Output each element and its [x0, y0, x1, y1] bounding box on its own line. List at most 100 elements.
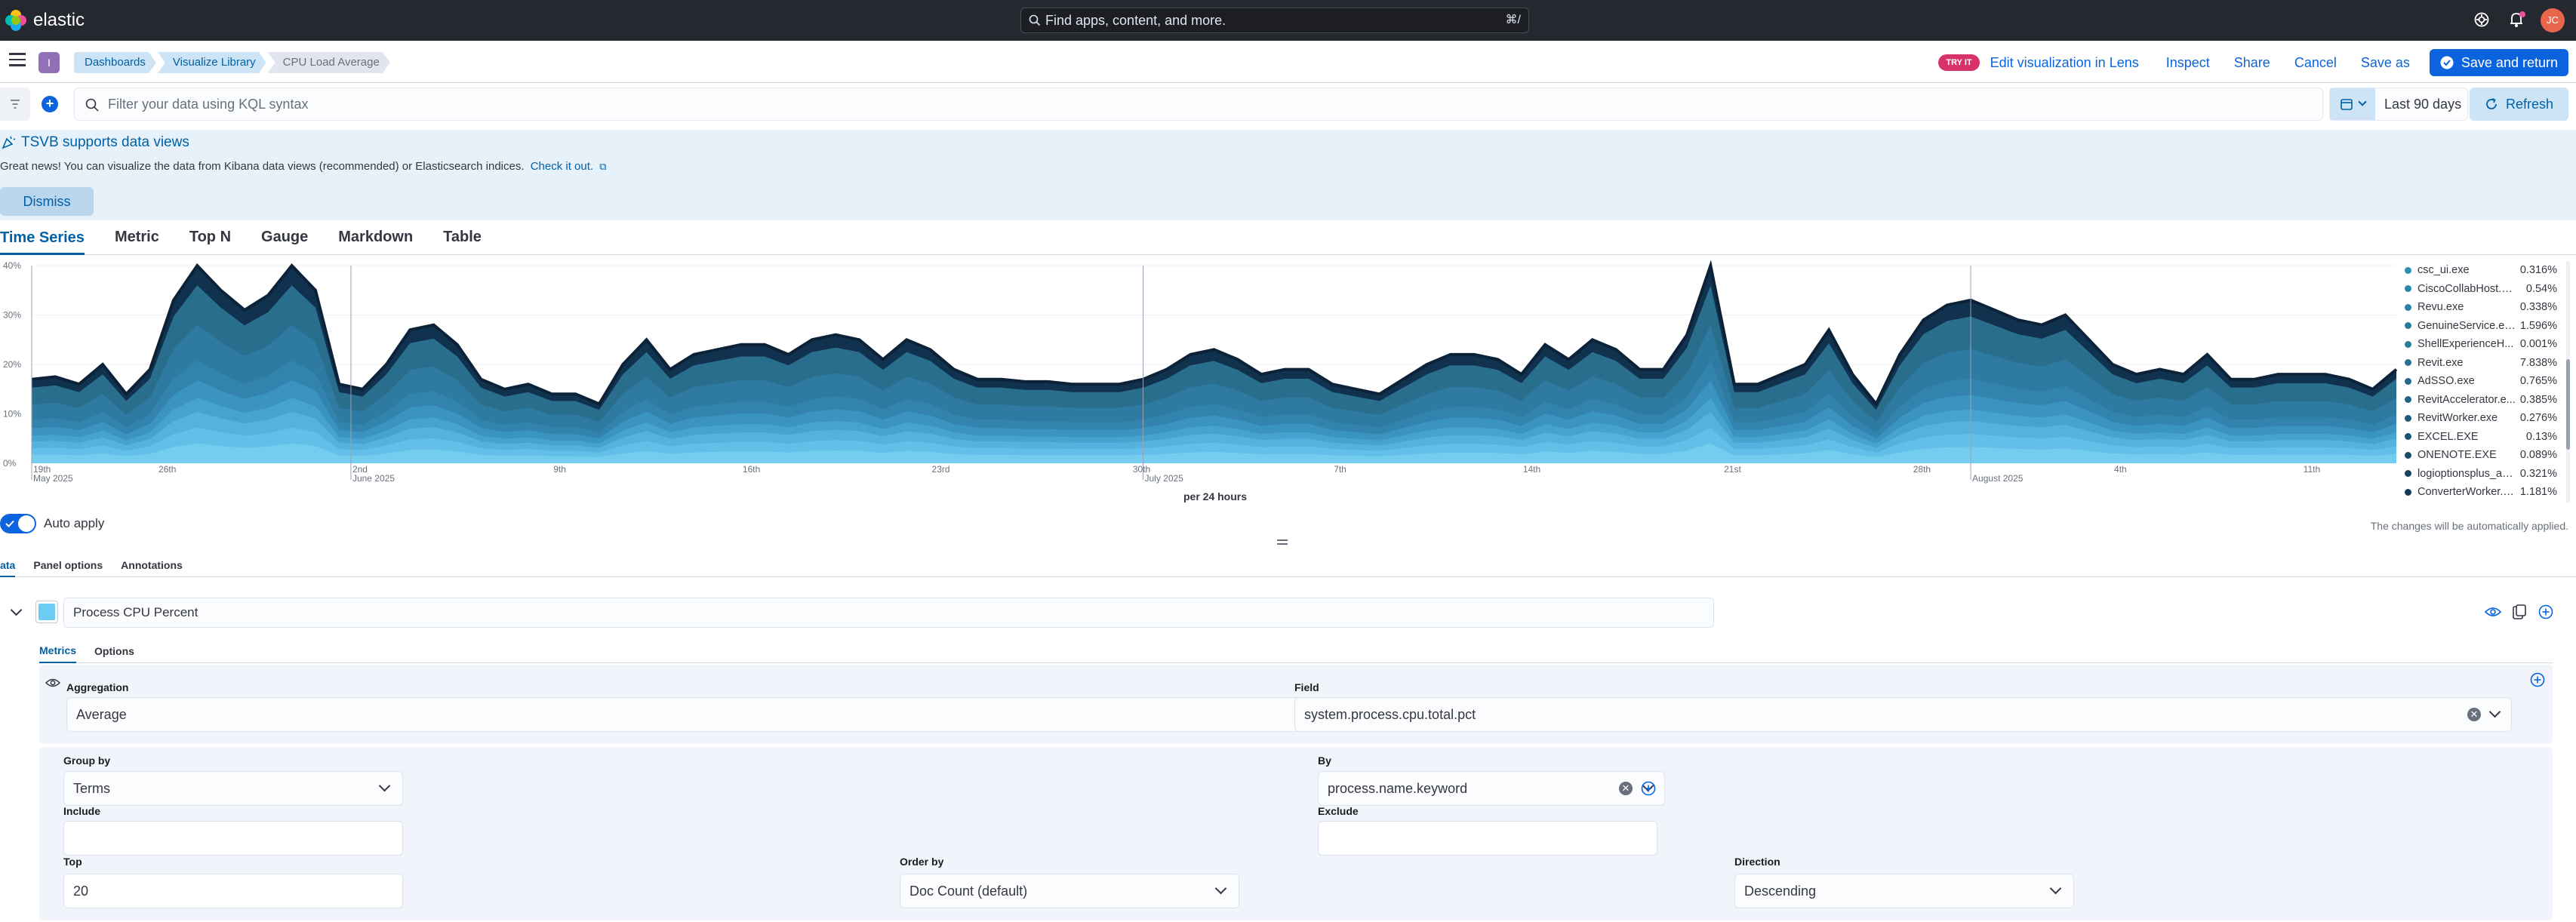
legend-item[interactable]: csc_ui.exe 0.316%: [2405, 261, 2563, 280]
tab-annotations[interactable]: Annotations: [121, 559, 183, 571]
refresh-button[interactable]: Refresh: [2470, 88, 2568, 121]
series-label-input[interactable]: Process CPU Percent: [63, 598, 1714, 628]
legend-item-value: 1.181%: [2519, 486, 2557, 499]
legend-item[interactable]: AdSSO.exe 0.765%: [2405, 372, 2563, 391]
inspect-button[interactable]: Inspect: [2166, 55, 2210, 71]
calendar-icon: [2341, 99, 2353, 110]
check-it-out-link[interactable]: Check it out.: [531, 160, 593, 173]
legend-item[interactable]: RevitAccelerator.e... 0.385%: [2405, 391, 2563, 410]
tab-table[interactable]: Table: [443, 229, 482, 246]
tab-markdown[interactable]: Markdown: [338, 229, 413, 246]
group-by-label: Group by: [63, 755, 111, 767]
global-search-input[interactable]: Find apps, content, and more. ⌘/: [1020, 8, 1529, 33]
cancel-button[interactable]: Cancel: [2294, 55, 2337, 71]
breadcrumb-dashboards[interactable]: Dashboards: [74, 52, 156, 73]
kql-search-input[interactable]: Filter your data using KQL syntax: [74, 88, 2323, 121]
breadcrumb-visualize-library[interactable]: Visualize Library: [158, 52, 266, 73]
y-tick-label: 30%: [3, 310, 21, 321]
y-tick-label: 10%: [3, 409, 21, 420]
exclude-input[interactable]: [1318, 821, 1657, 856]
legend-item-name: Revu.exe: [2418, 301, 2464, 314]
series-collapse-chevron-icon[interactable]: [10, 604, 23, 616]
aggregation-select[interactable]: Average: [66, 697, 1322, 732]
elastic-logo-icon: [5, 10, 26, 31]
header-actions: TRY IT Edit visualization in Lens Inspec…: [1938, 49, 2568, 76]
callout-body: Great news! You can visualize the data f…: [0, 160, 525, 173]
order-by-label: Order by: [900, 856, 944, 868]
legend-item[interactable]: CiscoCollabHost.exe 0.54%: [2405, 280, 2563, 299]
tab-panel-options[interactable]: Panel options: [33, 559, 103, 571]
elastic-logo[interactable]: elastic: [5, 9, 85, 32]
resize-handle[interactable]: [1277, 539, 1288, 545]
tab-gauge[interactable]: Gauge: [261, 229, 308, 246]
subtab-metrics-label: Metrics: [39, 644, 77, 656]
save-as-button[interactable]: Save as: [2361, 55, 2410, 71]
legend-item[interactable]: ConverterWorker.e... 1.181%: [2405, 483, 2563, 502]
dismiss-button[interactable]: Dismiss: [0, 187, 94, 216]
legend-item-value: 0.765%: [2519, 375, 2557, 388]
search-icon: [85, 98, 99, 112]
add-filter-icon[interactable]: +: [42, 96, 58, 112]
add-metric-icon[interactable]: [2530, 672, 2545, 687]
quick-menu-button[interactable]: [2330, 88, 2375, 120]
x-tick-sublabel: June 2025: [352, 473, 395, 484]
tab-top-n[interactable]: Top N: [189, 229, 231, 246]
date-picker[interactable]: Last 90 days: [2329, 88, 2468, 121]
x-tick-label: 7th: [1334, 464, 1346, 475]
legend-item[interactable]: logioptionsplus_ag... 0.321%: [2405, 465, 2563, 484]
legend-item[interactable]: GenuineService.exe 1.596%: [2405, 317, 2563, 336]
eye-icon[interactable]: [45, 677, 60, 689]
series-color-picker[interactable]: [35, 601, 58, 623]
x-tick-label: 9th: [553, 464, 566, 475]
by-combobox[interactable]: process.name.keyword ✕: [1318, 771, 1665, 806]
notifications-bell-icon[interactable]: [2507, 10, 2527, 29]
include-input[interactable]: [63, 821, 403, 856]
filter-menu-button[interactable]: [0, 88, 30, 121]
tab-metric[interactable]: Metric: [115, 229, 159, 246]
direction-select[interactable]: Descending: [1734, 874, 2074, 908]
top-input[interactable]: 20: [63, 874, 403, 908]
group-by-select[interactable]: Terms: [63, 771, 403, 806]
subtab-options[interactable]: Options: [94, 645, 134, 657]
toggle-visibility-eye-icon[interactable]: [2485, 605, 2501, 619]
menu-toggle-icon[interactable]: [9, 53, 26, 66]
subtab-metrics[interactable]: Metrics: [39, 639, 77, 663]
help-icon[interactable]: [2473, 11, 2490, 28]
y-tick-label: 20%: [3, 359, 21, 370]
clone-series-icon[interactable]: [2513, 604, 2526, 619]
query-bar: + Filter your data using KQL syntax Last…: [0, 83, 2576, 130]
add-term-icon[interactable]: [1641, 781, 1656, 796]
chevron-down-icon: [378, 779, 391, 792]
tab-data[interactable]: Data: [0, 553, 16, 577]
edit-in-lens-link[interactable]: Edit visualization in Lens: [1990, 55, 2139, 71]
external-link-icon: ⧉: [599, 161, 607, 172]
auto-apply-toggle[interactable]: [0, 514, 36, 533]
save-and-return-button[interactable]: Save and return: [2429, 49, 2568, 76]
tab-time-series[interactable]: Time Series: [0, 220, 85, 255]
space-selector-badge[interactable]: I: [38, 52, 60, 73]
legend-scrollbar[interactable]: [2566, 261, 2570, 502]
share-button[interactable]: Share: [2234, 55, 2270, 71]
clear-by-icon[interactable]: ✕: [1619, 782, 1633, 795]
auto-apply-label: Auto apply: [44, 516, 105, 530]
legend-item[interactable]: Revit.exe 7.838%: [2405, 354, 2563, 373]
user-avatar[interactable]: JC: [2541, 8, 2565, 32]
legend-item-value: 0.276%: [2519, 412, 2557, 425]
add-series-icon[interactable]: [2538, 604, 2553, 619]
clear-field-icon[interactable]: ✕: [2467, 708, 2481, 721]
kql-placeholder: Filter your data using KQL syntax: [108, 97, 309, 112]
legend-item-value: 1.596%: [2519, 319, 2557, 332]
series-color-swatch: [38, 604, 55, 620]
check-circle-icon: [2440, 56, 2454, 69]
order-by-select[interactable]: Doc Count (default): [900, 874, 1239, 908]
field-combobox[interactable]: system.process.cpu.total.pct ✕: [1294, 697, 2512, 732]
x-tick-label: 28th: [1913, 464, 1931, 475]
legend-item[interactable]: EXCEL.EXE 0.13%: [2405, 428, 2563, 447]
legend-item[interactable]: RevitWorker.exe 0.276%: [2405, 409, 2563, 428]
legend-item[interactable]: Revu.exe 0.338%: [2405, 298, 2563, 317]
legend-color-dot: [2405, 377, 2411, 385]
legend-item[interactable]: ShellExperienceH... 0.001%: [2405, 335, 2563, 354]
legend-item[interactable]: ONENOTE.EXE 0.089%: [2405, 446, 2563, 465]
by-label: By: [1318, 755, 1331, 767]
legend-item-name: GenuineService.exe: [2418, 319, 2516, 332]
